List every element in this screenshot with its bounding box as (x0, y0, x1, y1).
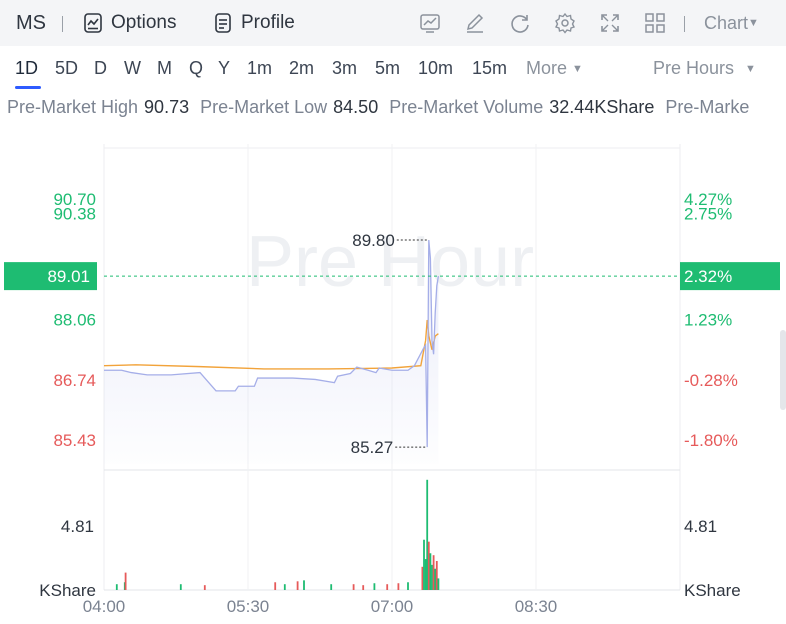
volume-unit-right: KShare (684, 581, 741, 600)
volume-bar (179, 584, 182, 590)
volume-bar (397, 583, 400, 590)
chevron-down-icon: ▼ (745, 63, 756, 75)
current-price-text: 89.01 (47, 267, 90, 286)
volume-bar (373, 583, 376, 590)
volume-bar (426, 479, 429, 590)
timeframe-q[interactable]: Q (189, 46, 203, 90)
volume-bar (115, 584, 118, 590)
timeframe-1m[interactable]: 1m (247, 46, 272, 90)
volume-bar (421, 566, 424, 590)
timeframe-1d[interactable]: 1D (15, 46, 38, 90)
volume-bar (407, 582, 409, 590)
average-price-line (103, 319, 439, 370)
timeframe-3m[interactable]: 3m (332, 46, 357, 90)
volume-bar (296, 581, 299, 590)
toolbar-divider (684, 16, 685, 32)
current-percent-text: 2.32% (684, 267, 732, 286)
premarket-trailing-label: Pre-Marke (665, 97, 750, 117)
settings-icon[interactable] (554, 12, 576, 34)
indicator-icon[interactable] (419, 12, 441, 34)
refresh-icon[interactable] (509, 12, 531, 34)
volume-bar (431, 564, 433, 590)
premarket-low-value: 84.50 (333, 97, 379, 117)
timeframe-d[interactable]: D (94, 46, 107, 90)
volume-bar (432, 555, 435, 590)
volume-bars (115, 479, 440, 590)
timeframe-5d[interactable]: 5D (55, 46, 78, 90)
percent-tick-right: -0.28% (684, 371, 738, 390)
chart-type-label: Chart (704, 13, 749, 33)
high-marker-label: 89.80 (352, 231, 395, 250)
premarket-high-label: Pre-Market High (7, 97, 139, 117)
draw-icon[interactable] (464, 12, 486, 34)
volume-bar (330, 584, 333, 590)
premarket-low-label: Pre-Market Low (200, 97, 328, 117)
fullscreen-icon[interactable] (599, 12, 621, 34)
session-dropdown[interactable]: Pre Hours ▼ (653, 46, 756, 90)
volume-bar (386, 584, 389, 590)
scroll-handle[interactable] (780, 330, 786, 410)
chart-toolbar: MS Options Profile Chart▼ (0, 0, 786, 46)
active-timeframe-indicator (15, 86, 41, 89)
timeframe-m[interactable]: M (157, 46, 172, 90)
time-tick: 05:30 (227, 597, 270, 616)
volume-bar (303, 580, 305, 590)
timeframe-2m[interactable]: 2m (289, 46, 314, 90)
volume-bar (283, 584, 286, 590)
volume-bar (124, 572, 127, 590)
volume-bar (437, 578, 440, 590)
price-tick-left: 90.38 (53, 204, 96, 223)
volume-bar (427, 541, 430, 590)
timeframe-bar: 1D 5D D W M Q Y 1m 2m 3m 5m 10m 15m More ▼ Pre Hours… (0, 46, 786, 90)
timeframe-10m[interactable]: 10m (418, 46, 453, 90)
stock-symbol[interactable]: MS (16, 0, 46, 46)
premarket-stats: Pre-Market High 90.73 Pre-Market Low 84.50… (0, 90, 786, 124)
volume-tick-left: 4.81 (61, 517, 94, 536)
profile-icon (215, 13, 231, 33)
more-label: More (526, 58, 568, 78)
percent-tick-right: 2.75% (684, 204, 732, 223)
price-chart[interactable]: Pre Hour 89.8085.2790.70 4.27%90.38 2.75%8… (0, 124, 786, 624)
chevron-down-icon: ▼ (572, 63, 583, 75)
chevron-down-icon: ▼ (748, 17, 759, 29)
volume-bar (203, 585, 206, 590)
layout-grid-icon[interactable] (644, 12, 666, 34)
volume-bar (362, 585, 365, 590)
chart-type-dropdown[interactable]: Chart▼ (704, 0, 759, 46)
session-label: Pre Hours (653, 58, 735, 78)
volume-bar (423, 539, 425, 590)
time-tick: 07:00 (371, 597, 414, 616)
time-tick: 08:30 (515, 597, 558, 616)
price-tick-left: 86.74 (53, 371, 96, 390)
premarket-volume-value: 32.44KShare (549, 97, 655, 117)
timeframe-w[interactable]: W (124, 46, 141, 90)
more-timeframes-dropdown[interactable]: More ▼ (526, 46, 583, 90)
profile-button[interactable]: Profile (241, 0, 295, 46)
timeframe-15m[interactable]: 15m (472, 46, 507, 90)
timeframe-5m[interactable]: 5m (375, 46, 400, 90)
timeframe-y[interactable]: Y (218, 46, 230, 90)
volume-tick-right: 4.81 (684, 517, 717, 536)
price-tick-left: 85.43 (53, 431, 96, 450)
volume-bar (435, 561, 438, 590)
price-tick-left: 88.06 (53, 311, 96, 330)
options-button[interactable]: Options (111, 0, 176, 46)
percent-tick-right: 1.23% (684, 311, 732, 330)
toolbar-divider (62, 16, 63, 32)
premarket-high-value: 90.73 (144, 97, 190, 117)
volume-bar (424, 559, 427, 590)
volume-bar (429, 553, 432, 590)
time-tick: 04:00 (83, 597, 126, 616)
low-marker-label: 85.27 (351, 438, 394, 457)
percent-tick-right: -1.80% (684, 431, 738, 450)
volume-bar (352, 584, 355, 590)
options-icon (84, 13, 102, 33)
volume-bar (434, 568, 437, 590)
volume-bar (274, 582, 277, 590)
premarket-volume-label: Pre-Market Volume (389, 97, 544, 117)
